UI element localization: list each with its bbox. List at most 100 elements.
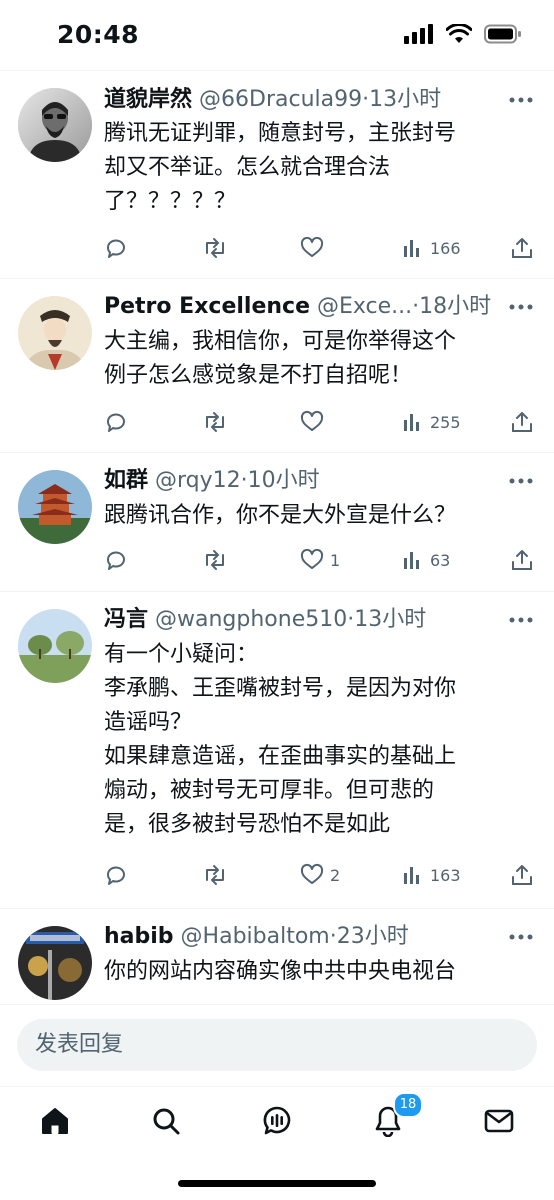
views-icon (404, 414, 419, 431)
more-options-icon[interactable] (508, 95, 534, 105)
author-name[interactable]: 道貌岸然 (104, 87, 192, 112)
retweet-icon (206, 550, 224, 570)
share-icon (512, 238, 532, 258)
status-bar: 20:48 (0, 0, 554, 70)
retweet-button[interactable] (202, 233, 228, 263)
tab-messages[interactable] (479, 1101, 519, 1141)
author-handle[interactable]: @66Dracula99 (199, 87, 362, 112)
reply-bar: 发表回复 (0, 1004, 554, 1087)
tweet[interactable]: habib @Habibaltom·23小时 你的网站内容确实像中共中央电视台 (0, 909, 554, 1004)
retweet-icon (206, 412, 224, 432)
tweet[interactable]: 冯言 @wangphone510·13小时 有一个小疑问： 李承鹏、王歪嘴被封号… (0, 592, 554, 909)
share-icon (512, 550, 532, 570)
reply-icon (106, 551, 125, 570)
retweet-button[interactable] (202, 860, 228, 890)
avatar[interactable] (18, 926, 92, 1000)
tweet[interactable]: 道貌岸然 @66Dracula99·13小时 腾讯无证判罪，随意封号，主张封号 … (0, 71, 554, 279)
tweet-actions: 2 163 (104, 860, 538, 890)
views-button[interactable]: 63 (402, 545, 450, 575)
more-options-icon[interactable] (508, 476, 534, 486)
tweet-header: Petro Excellence @Exce...·18小时 (104, 292, 494, 322)
more-options-icon[interactable] (508, 932, 534, 942)
like-button[interactable] (300, 407, 330, 437)
tweet-actions: 1 63 (104, 545, 538, 575)
author-name[interactable]: 冯言 (104, 607, 148, 632)
author-name[interactable]: habib (104, 924, 174, 949)
tweet-text: 腾讯无证判罪，随意封号，主张封号 却又不举证。怎么就合理合法 了？？？？？ (104, 121, 457, 214)
author-handle[interactable]: @rqy12 (155, 468, 241, 493)
reply-button[interactable] (104, 233, 128, 263)
tweet-time: ·13小时 (347, 607, 427, 632)
reply-button[interactable] (104, 860, 128, 890)
views-button[interactable]: 255 (402, 407, 461, 437)
like-button[interactable]: 2 (300, 860, 340, 890)
reply-icon (106, 239, 125, 258)
search-icon (153, 1108, 180, 1135)
author-handle[interactable]: @wangphone510 (155, 607, 347, 632)
tweet-text: 跟腾讯合作，你不是大外宣是什么？ (104, 503, 457, 528)
tweet-header: 冯言 @wangphone510·13小时 (104, 605, 494, 635)
avatar[interactable] (18, 296, 92, 370)
views-count: 63 (430, 550, 451, 570)
tweet-time: ·18小时 (412, 294, 492, 319)
views-count: 163 (430, 865, 461, 885)
tweet-text: 有一个小疑问： 李承鹏、王歪嘴被封号，是因为对你 造谣吗？ 如果肆意造谣，在歪曲… (104, 642, 457, 837)
battery-icon (484, 24, 521, 44)
retweet-button[interactable] (202, 545, 228, 575)
author-name[interactable]: 如群 (104, 468, 148, 493)
reply-button[interactable] (104, 407, 128, 437)
status-time: 20:48 (57, 20, 140, 49)
views-button[interactable]: 163 (402, 860, 461, 890)
retweet-button[interactable] (202, 407, 228, 437)
reply-input[interactable]: 发表回复 (17, 1019, 537, 1071)
notification-badge: 18 (393, 1092, 423, 1118)
tweet-header: habib @Habibaltom·23小时 (104, 922, 494, 952)
heart-icon (300, 410, 324, 431)
author-handle[interactable]: @Exce... (317, 294, 412, 319)
views-icon (404, 867, 419, 884)
heart-icon (300, 548, 324, 569)
tweet-header: 如群 @rqy12·10小时 (104, 466, 494, 496)
share-button[interactable] (510, 407, 534, 437)
tweet[interactable]: 如群 @rqy12·10小时 跟腾讯合作，你不是大外宣是什么？ 1 63 (0, 453, 554, 592)
avatar[interactable] (18, 470, 92, 544)
tweet-header: 道貌岸然 @66Dracula99·13小时 (104, 85, 494, 115)
tweet-actions: 166 (104, 233, 538, 263)
reply-icon (106, 866, 125, 885)
home-indicator[interactable] (178, 1180, 376, 1187)
share-button[interactable] (510, 545, 534, 575)
heart-icon (300, 863, 324, 884)
tweet-actions: 255 (104, 407, 538, 437)
tab-home[interactable] (35, 1101, 75, 1141)
like-button[interactable]: 1 (300, 545, 340, 575)
wifi-icon (446, 24, 472, 43)
share-button[interactable] (510, 860, 534, 890)
like-count: 2 (330, 865, 341, 885)
tab-search[interactable] (146, 1101, 186, 1141)
author-name[interactable]: Petro Excellence (104, 294, 310, 319)
like-button[interactable] (300, 233, 330, 263)
retweet-icon (206, 238, 224, 258)
avatar[interactable] (18, 88, 92, 162)
author-handle[interactable]: @Habibaltom (181, 924, 330, 949)
tweet-time: ·10小时 (240, 468, 320, 493)
more-options-icon[interactable] (508, 302, 534, 312)
heart-icon (300, 236, 324, 257)
tweet[interactable]: Petro Excellence @Exce...·18小时 大主编，我相信你，… (0, 279, 554, 453)
tab-spaces[interactable] (257, 1101, 297, 1141)
share-button[interactable] (510, 233, 534, 263)
reply-button[interactable] (104, 545, 128, 575)
share-icon (512, 865, 532, 885)
views-count: 166 (430, 238, 461, 258)
views-button[interactable]: 166 (402, 233, 461, 263)
tweet-text: 大主编，我相信你，可是你举得这个 例子怎么感觉象是不打自招呢！ (104, 329, 457, 388)
avatar[interactable] (18, 609, 92, 683)
replies-feed[interactable]: 道貌岸然 @66Dracula99·13小时 腾讯无证判罪，随意封号，主张封号 … (0, 71, 554, 1004)
views-icon (404, 240, 419, 257)
share-icon (512, 412, 532, 432)
retweet-icon (206, 865, 224, 885)
views-count: 255 (430, 412, 461, 432)
more-options-icon[interactable] (508, 615, 534, 625)
tweet-time: ·23小时 (329, 924, 409, 949)
like-count: 1 (330, 550, 341, 570)
